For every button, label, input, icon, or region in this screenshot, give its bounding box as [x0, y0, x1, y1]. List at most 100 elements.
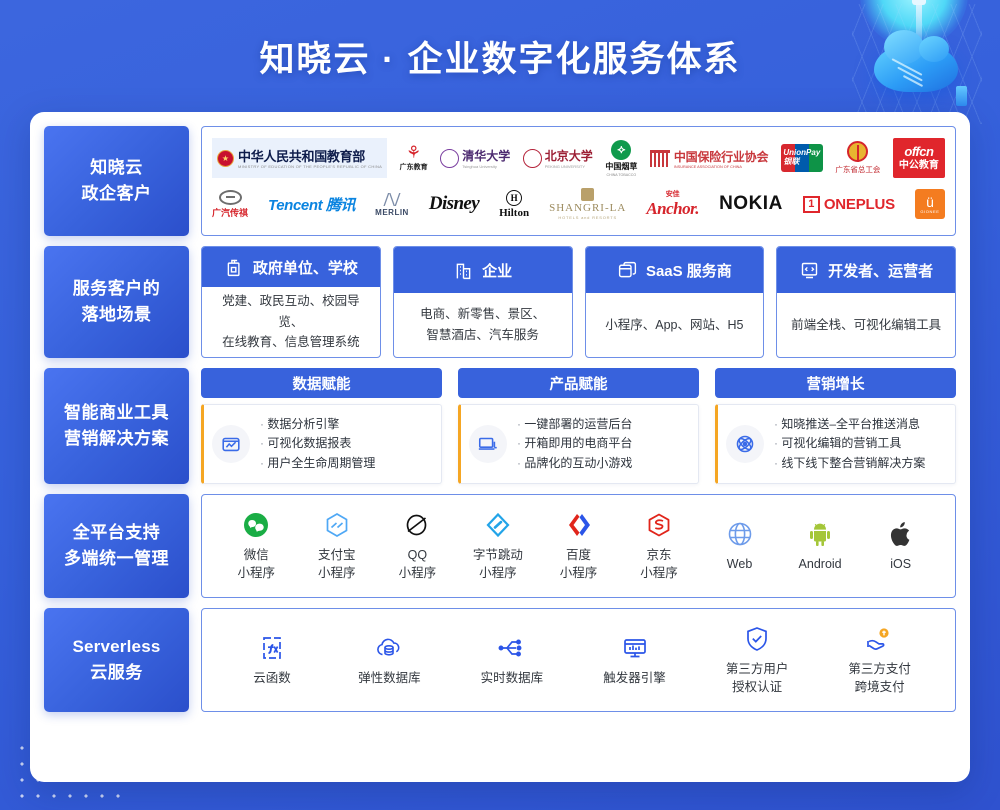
platform-item-web[interactable]: Web [714, 519, 766, 574]
tool-card-marketing[interactable]: 营销增长 知晓推送–全平台推送消息 可视化编辑的 [715, 368, 956, 484]
tool-item: 可视化编辑的营销工具 [774, 434, 925, 453]
row-label-scenes: 服务客户的 落地场景 [44, 246, 189, 358]
platform-item-qq[interactable]: QQ 小程序 [391, 510, 443, 583]
logo-offcn-education: offcn 中公教育 [892, 138, 945, 178]
scene-card-title: 企业 [482, 262, 513, 280]
tool-item: 知晓推送–全平台推送消息 [774, 415, 925, 434]
platform-item-alipay[interactable]: 支付宝 小程序 [311, 510, 363, 583]
scene-card-saas[interactable]: SaaS 服务商 小程序、App、网站、H5 [584, 246, 765, 358]
client-logo-wall: ★ 中华人民共和国教育部 MINISTRY OF EDUCATION OF TH… [201, 126, 956, 236]
logo-label: offcn [904, 143, 934, 159]
serverless-item-cloud-function[interactable]: 云函数 [246, 633, 298, 688]
apple-icon [888, 519, 914, 549]
logo-label: MERLIN [375, 207, 409, 217]
office-building-icon [456, 263, 471, 279]
logo-label: NOKIA [719, 193, 783, 214]
platform-item-bytedance[interactable]: 字节跳动 小程序 [472, 510, 524, 583]
android-icon [806, 519, 834, 549]
logo-label: 北京大学 [544, 149, 593, 163]
tool-item: 线下线下整合营销解决方案 [774, 454, 925, 473]
logo-peking-university: 北京大学 PEKING UNIVERSITY [522, 138, 593, 178]
logo-hilton: H Hilton [499, 184, 529, 224]
platform-item-jd[interactable]: 京东 小程序 [633, 510, 685, 583]
serverless-item-caption: 触发器引擎 [603, 670, 666, 685]
logo-guangdong-education: ⚘ 广东教育 [400, 138, 428, 178]
platform-item-ios[interactable]: iOS [875, 519, 927, 574]
platform-item-caption: 字节跳动 小程序 [472, 547, 523, 580]
logo-sublabel: INSURANCE ASSOCIATION OF CHINA [673, 164, 742, 169]
serverless-item-third-party-auth[interactable]: 第三方用户 授权认证 [725, 624, 789, 697]
logo-label: 广东省总工会 [835, 165, 881, 174]
row-label-line2: 政企客户 [81, 184, 152, 203]
university-crest-icon [522, 148, 542, 168]
platform-item-caption: 支付宝 小程序 [318, 547, 356, 580]
serverless-item-elastic-database[interactable]: 弹性数据库 [358, 633, 421, 688]
row-label-line2: 落地场景 [81, 305, 152, 324]
logo-label: Disney [428, 193, 480, 214]
monitor-trigger-icon [621, 633, 649, 663]
scene-desc-line2: 在线教育、信息管理系统 [222, 335, 360, 350]
serverless-item-trigger-engine[interactable]: 触发器引擎 [603, 633, 666, 688]
tool-item-list: 数据分析引擎 可视化数据报表 用户全生命周期管理 [260, 415, 375, 473]
logo-sublabel: PEKING UNIVERSITY [544, 164, 585, 169]
shangrila-mark-icon [581, 188, 595, 201]
row-label-line2: 云服务 [90, 663, 143, 682]
laptop-icon [469, 425, 507, 463]
oneplus-mark-icon: 1 [802, 195, 820, 213]
serverless-item-realtime-database[interactable]: 实时数据库 [480, 633, 544, 688]
row-scenes: 服务客户的 落地场景 政府单位、学校 党建、政民互动、校园导览、 在线教育、信息… [44, 246, 956, 358]
scene-card-header: 企业 [393, 247, 572, 293]
row-label-serverless: Serverless 云服务 [44, 608, 189, 712]
serverless-item-caption: 实时数据库 [480, 670, 544, 685]
row-serverless: Serverless 云服务 云函数 弹性数据库 实时数据库 触发器引擎 第三方… [44, 608, 956, 712]
qq-icon [403, 510, 431, 540]
row-tools: 智能商业工具 营销解决方案 数据赋能 · 数据分析引擎 · 可视化数据报表 · … [44, 368, 956, 484]
serverless-item-third-party-payment[interactable]: 第三方支付 跨境支付 [848, 624, 911, 697]
platform-item-baidu[interactable]: 百度 小程序 [552, 510, 604, 583]
logo-disney: Disney [428, 184, 480, 224]
logo-tencent: Tencent 腾讯 [268, 184, 356, 224]
tool-card-data[interactable]: 数据赋能 数据分析引擎 可视化数据报表 用户全生命周期 [201, 368, 442, 484]
logo-label: 清华大学 [462, 149, 511, 163]
gionee-face-icon: ü [926, 193, 934, 210]
platform-item-caption: Android [798, 556, 842, 571]
logo-label: 中国烟草 [605, 161, 638, 171]
alipay-icon [323, 510, 351, 540]
scene-card-header: 政府单位、学校 [202, 247, 380, 288]
logo-label: Tencent 腾讯 [268, 196, 356, 214]
scene-card-developer[interactable]: 开发者、运营者 前端全栈、可视化编辑工具 [776, 246, 956, 358]
scene-card-enterprise[interactable]: 企业 电商、新零售、景区、 智慧酒店、汽车服务 [392, 246, 573, 358]
platform-item-android[interactable]: Android [794, 519, 846, 574]
hand-coin-icon [865, 624, 895, 654]
row-label-line1: 服务客户的 [72, 278, 161, 298]
row-label-clients: 知晓云 政企客户 [44, 126, 189, 236]
logo-label: 广汽传祺 [212, 207, 249, 218]
flame-mark-icon: ⚘ [406, 143, 422, 162]
logo-sublabel: MINISTRY OF EDUCATION OF THE PEOPLE'S RE… [238, 164, 383, 170]
baidu-icon [564, 510, 592, 540]
logo-label: Anchor. [646, 199, 700, 218]
logo-oneplus: 1 ONEPLUS [802, 184, 895, 224]
realtime-nodes-icon [497, 633, 527, 663]
tool-item: 品牌化的互动小游戏 [517, 454, 632, 473]
poster-root: 知晓云 · 企业数字化服务体系 知晓云 政企客户 ★ 中华人民共和国教育部 MI… [0, 0, 1000, 810]
tool-card-title: 数据赋能 [201, 368, 442, 398]
platform-icon-strip: 微信 小程序 支付宝 小程序 QQ 小程序 字节跳动 小程序 百度 小程序 京东… [201, 494, 956, 598]
scene-card-body: 小程序、App、网站、H5 [586, 293, 764, 357]
scene-card-government[interactable]: 政府单位、学校 党建、政民互动、校园导览、 在线教育、信息管理系统 [201, 246, 381, 358]
logo-sublabel: CHINA TOBACCO [606, 172, 637, 177]
scene-card-header: 开发者、运营者 [777, 247, 955, 293]
scene-card-title: 政府单位、学校 [252, 259, 358, 277]
serverless-icon-strip: 云函数 弹性数据库 实时数据库 触发器引擎 第三方用户 授权认证 第三方支付 跨… [201, 608, 956, 712]
scene-card-list: 政府单位、学校 党建、政民互动、校园导览、 在线教育、信息管理系统 企业 电商、… [201, 246, 956, 358]
platform-item-wechat[interactable]: 微信 小程序 [230, 510, 282, 583]
logo-merlin: /\/ MERLIN [375, 184, 409, 224]
tool-card-product[interactable]: 产品赋能 一键部署的运营后台 开箱即用的电商平台 [458, 368, 699, 484]
serverless-item-caption: 第三方用户 授权认证 [725, 661, 789, 694]
platform-item-caption: iOS [890, 556, 912, 571]
tool-item-list: 知晓推送–全平台推送消息 可视化编辑的营销工具 线下线下整合营销解决方案 [774, 415, 925, 473]
logo-insurance-association-china: 中国保险行业协会 INSURANCE ASSOCIATION OF CHINA [649, 138, 768, 178]
tool-card-title: 营销增长 [715, 368, 956, 398]
logo-gac-trumpchi: 广汽传祺 [212, 184, 248, 224]
row-platform: 全平台支持 多端统一管理 微信 小程序 支付宝 小程序 QQ 小程序 字节跳动 … [44, 494, 956, 598]
